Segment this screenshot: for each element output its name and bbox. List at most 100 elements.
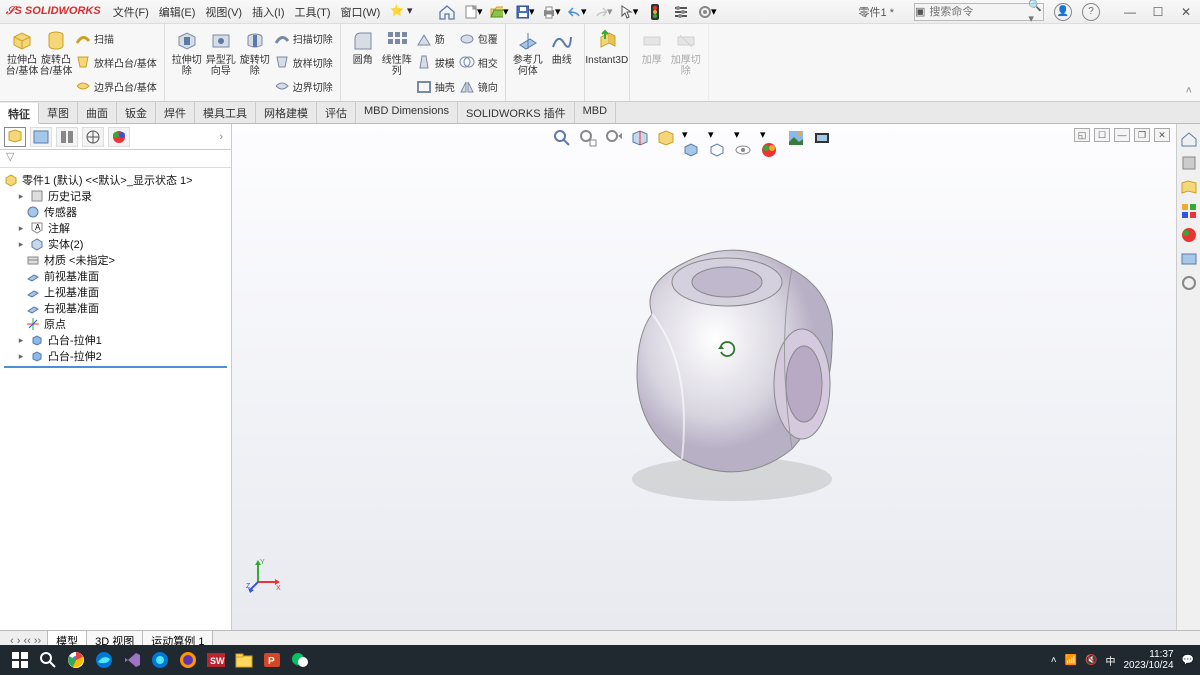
tree-item-extrude2[interactable]: 凸台-拉伸2 [48, 348, 102, 364]
options-icon[interactable] [671, 3, 691, 21]
doc-close[interactable]: ✕ [1154, 128, 1170, 142]
tab-evaluate[interactable]: 评估 [317, 102, 356, 123]
panel-expand[interactable]: › [215, 131, 227, 143]
taskbar-clock[interactable]: 11:37 2023/10/24 [1123, 649, 1173, 671]
tree-item-top-plane[interactable]: 上视基准面 [44, 284, 99, 300]
tab-sheetmetal[interactable]: 钣金 [117, 102, 156, 123]
menu-insert[interactable]: 插入(I) [248, 2, 288, 22]
zoom-fit-icon[interactable] [552, 128, 572, 148]
tree-item-extrude1[interactable]: 凸台-拉伸1 [48, 332, 102, 348]
maximize-button[interactable]: ☐ [1144, 5, 1172, 19]
hide-show-icon[interactable]: ▾ [734, 128, 754, 148]
appearance-icon[interactable]: ▾ [760, 128, 780, 148]
help-icon[interactable]: ? [1082, 3, 1100, 21]
menu-window[interactable]: 窗口(W) [337, 2, 385, 22]
taskpane-view-palette-icon[interactable] [1180, 226, 1198, 244]
view-orientation-icon[interactable]: ▾ [682, 128, 702, 148]
taskpane-explorer-icon[interactable] [1180, 202, 1198, 220]
tab-moldtools[interactable]: 模具工具 [195, 102, 256, 123]
ref-geom-button[interactable]: 参考几何体 [511, 27, 545, 98]
expand-icon[interactable]: ▸ [16, 335, 26, 346]
intersect-button[interactable]: 相交 [457, 52, 500, 72]
search-button[interactable] [34, 648, 62, 672]
search-input[interactable] [925, 6, 1025, 18]
solidworks-task-icon[interactable]: SW [202, 648, 230, 672]
doc-restore[interactable]: ◱ [1074, 128, 1090, 142]
prev-view-icon[interactable] [604, 128, 624, 148]
edge-icon[interactable] [90, 648, 118, 672]
taskpane-appearances-icon[interactable] [1180, 250, 1198, 268]
redo-icon[interactable]: ▾ [593, 3, 613, 21]
extrude-boss-button[interactable]: 拉伸凸台/基体 [5, 27, 39, 98]
taskpane-library-icon[interactable] [1180, 178, 1198, 196]
dimxpert-tab[interactable] [82, 127, 104, 147]
display-style-icon[interactable]: ▾ [708, 128, 728, 148]
tray-up-icon[interactable]: ˄ [1051, 655, 1057, 666]
menu-more[interactable]: ⭐ ▾ [386, 2, 416, 22]
fillet-button[interactable]: 圆角 [346, 27, 380, 98]
revolve-boss-button[interactable]: 旋转凸台/基体 [39, 27, 73, 98]
open-icon[interactable]: ▾ [489, 3, 509, 21]
tree-item-right-plane[interactable]: 右视基准面 [44, 300, 99, 316]
instant3d-button[interactable]: Instant3D [590, 27, 624, 98]
graphics-viewport[interactable]: ▾ ▾ ▾ ▾ ◱ ☐ — ❐ ✕ [232, 124, 1176, 630]
tree-item-front-plane[interactable]: 前视基准面 [44, 268, 99, 284]
tray-volume-icon[interactable]: 🔇 [1085, 655, 1097, 666]
doc-max[interactable]: ☐ [1094, 128, 1110, 142]
loft-button[interactable]: 放样凸台/基体 [73, 52, 159, 72]
tray-wifi-icon[interactable]: 📶 [1065, 655, 1077, 666]
taskpane-resources-icon[interactable] [1180, 154, 1198, 172]
tab-mbd-dim[interactable]: MBD Dimensions [356, 102, 458, 123]
tab-features[interactable]: 特征 [0, 103, 39, 124]
tree-item-origin[interactable]: 原点 [44, 316, 66, 332]
tree-item-history[interactable]: 历史记录 [48, 188, 92, 204]
tree-item-annotations[interactable]: 注解 [48, 220, 70, 236]
minimize-button[interactable]: — [1116, 5, 1144, 19]
mirror-button[interactable]: 镜向 [457, 76, 500, 96]
revolve-cut-button[interactable]: 旋转切除 [238, 27, 272, 98]
hole-wizard-button[interactable]: 异型孔向导 [204, 27, 238, 98]
render-icon[interactable] [812, 128, 832, 148]
menu-edit[interactable]: 编辑(E) [155, 2, 200, 22]
section-view-icon[interactable] [630, 128, 650, 148]
menu-view[interactable]: 视图(V) [201, 2, 246, 22]
user-icon[interactable]: 👤 [1054, 3, 1072, 21]
expand-icon[interactable]: ▸ [16, 239, 26, 250]
explorer-icon[interactable] [230, 648, 258, 672]
scene-icon[interactable] [786, 128, 806, 148]
zoom-area-icon[interactable] [578, 128, 598, 148]
rib-button[interactable]: 筋 [414, 29, 457, 49]
config-manager-tab[interactable] [56, 127, 78, 147]
wrap-button[interactable]: 包覆 [457, 29, 500, 49]
home-icon[interactable] [437, 3, 457, 21]
boundary-cut-button[interactable]: 边界切除 [272, 76, 335, 96]
property-manager-tab[interactable] [30, 127, 52, 147]
dynamic-highlight-icon[interactable] [656, 128, 676, 148]
firefox-icon[interactable] [174, 648, 202, 672]
ribbon-collapse[interactable]: ˄ [1186, 85, 1192, 101]
menu-file[interactable]: 文件(F) [109, 2, 153, 22]
tree-root[interactable]: 零件1 (默认) <<默认>_显示状态 1> [22, 172, 193, 188]
tab-surface[interactable]: 曲面 [78, 102, 117, 123]
save-icon[interactable]: ▾ [515, 3, 535, 21]
wechat-icon[interactable] [286, 648, 314, 672]
sweep-button[interactable]: 扫描 [73, 29, 159, 49]
boundary-button[interactable]: 边界凸台/基体 [73, 76, 159, 96]
search-box[interactable]: ▣ 🔍▾ [914, 3, 1044, 21]
curves-button[interactable]: 曲线 [545, 27, 579, 98]
doc-min[interactable]: — [1114, 128, 1130, 142]
display-manager-tab[interactable] [108, 127, 130, 147]
undo-icon[interactable]: ▾ [567, 3, 587, 21]
edge2-icon[interactable] [146, 648, 174, 672]
loft-cut-button[interactable]: 放样切除 [272, 52, 335, 72]
traffic-icon[interactable] [645, 3, 665, 21]
tree-item-material[interactable]: 材质 <未指定> [44, 252, 115, 268]
extrude-cut-button[interactable]: 拉伸切除 [170, 27, 204, 98]
start-button[interactable] [6, 648, 34, 672]
vs-icon[interactable] [118, 648, 146, 672]
expand-icon[interactable]: ▸ [16, 191, 26, 202]
draft-button[interactable]: 拔模 [414, 52, 457, 72]
tab-addins[interactable]: SOLIDWORKS 插件 [458, 102, 575, 123]
notifications-icon[interactable]: 💬 [1182, 655, 1194, 666]
print-icon[interactable]: ▾ [541, 3, 561, 21]
